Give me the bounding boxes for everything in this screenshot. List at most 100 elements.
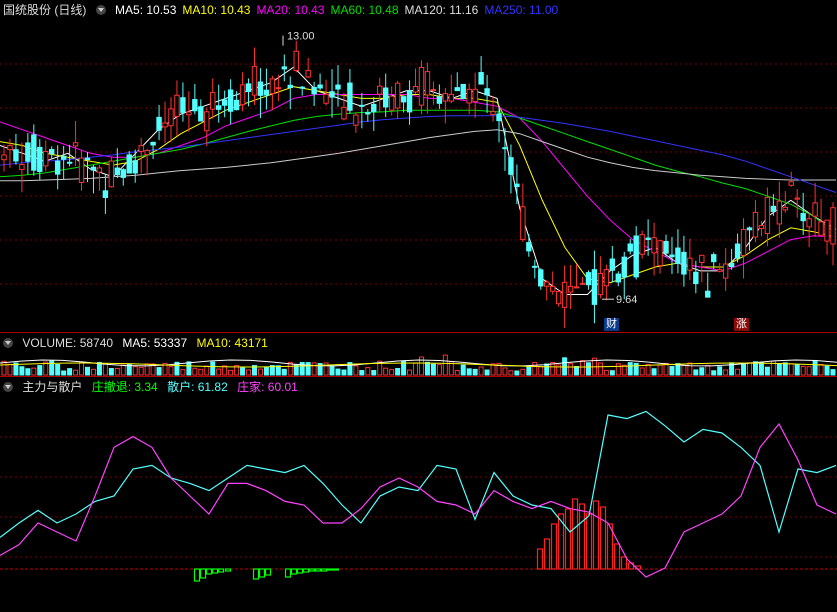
volume-bar <box>383 367 389 376</box>
volume-bar <box>627 362 633 376</box>
candle-body <box>335 84 341 90</box>
candle-body <box>544 281 550 287</box>
candle-body <box>514 183 520 188</box>
volume-bar <box>365 367 371 376</box>
ma-legend-item: MA20: 10.43 <box>256 3 325 17</box>
candle-body <box>740 228 747 256</box>
candle-body <box>663 240 669 254</box>
candle-body <box>132 160 138 174</box>
candle-body <box>377 85 383 95</box>
ma-legend-item: MA250: 11.00 <box>484 3 559 17</box>
volume-bar <box>96 362 102 376</box>
volume-bar <box>669 365 675 376</box>
candle-body <box>758 225 765 230</box>
volume-bar <box>257 368 263 376</box>
candle-body <box>830 207 836 245</box>
volume-bar <box>538 366 544 376</box>
retreat-bar <box>193 568 201 582</box>
stock-title: 国统股份 (日线) <box>3 3 87 17</box>
volume-bar <box>198 368 204 376</box>
dealer-bar <box>599 506 607 570</box>
candle-body <box>705 290 711 298</box>
candle-body <box>818 221 824 236</box>
retreat-bar <box>224 568 232 572</box>
volume-bar <box>341 369 347 376</box>
candle-body <box>615 273 621 283</box>
volume-bar <box>747 362 753 376</box>
candle-body <box>776 200 783 225</box>
candle-body <box>478 72 484 85</box>
ma-legend: MA5: 10.53 MA10: 10.43 MA20: 10.43 MA60: 10… <box>115 3 564 17</box>
candle-body <box>645 237 651 240</box>
volume-bar <box>395 367 401 376</box>
high-label: 13.00 <box>287 31 315 43</box>
volume-bar <box>7 363 13 376</box>
indicator-retreat: 庄撤退: 3.34 <box>91 380 158 394</box>
price-panel[interactable]: 国统股份 (日线) MA5: 10.53 MA10: 10.43 MA20: 10.… <box>0 0 837 333</box>
candle-body <box>371 103 377 113</box>
dropdown-icon[interactable] <box>95 5 106 15</box>
candle-body <box>37 146 43 172</box>
candle-body <box>174 94 180 117</box>
candle-body <box>573 286 580 289</box>
candle-body <box>108 160 115 188</box>
candle-body <box>526 242 532 252</box>
candle-body <box>585 272 592 286</box>
candle-body <box>722 263 729 279</box>
candle-body <box>561 281 568 308</box>
retreat-bar <box>205 568 213 575</box>
volume-bar <box>335 368 341 376</box>
indicator-panel[interactable]: 主力与散户 庄撤退: 3.34 散户: 61.82 庄家: 60.01 <box>0 377 837 612</box>
candle-body <box>770 205 777 212</box>
volume-panel[interactable]: VOLUME: 58740 MA5: 53337 MA10: 43171 <box>0 333 837 377</box>
dropdown-icon[interactable] <box>3 338 13 348</box>
volume-bar <box>329 366 335 376</box>
candle-body <box>812 202 818 217</box>
candle-body <box>400 96 407 103</box>
candle-body <box>180 97 186 113</box>
candle-body <box>430 89 437 92</box>
volume-bar <box>681 365 687 376</box>
volume-bar <box>699 367 705 376</box>
candle-body <box>538 269 544 287</box>
candle-body <box>567 285 574 293</box>
dropdown-icon[interactable] <box>3 382 13 392</box>
indicator-dealer: 庄家: 60.01 <box>237 380 298 394</box>
candle-body <box>627 243 633 252</box>
volume-bar <box>424 361 430 376</box>
ma-line-ma10 <box>0 86 837 284</box>
candle-body <box>78 157 85 183</box>
candle-body <box>716 269 723 272</box>
volume-bar <box>806 366 812 376</box>
candle-body <box>227 89 234 112</box>
candle-body <box>31 134 37 171</box>
candle-body <box>412 86 419 93</box>
volume-bar <box>61 370 67 376</box>
volume-bar <box>484 369 490 376</box>
volume-bar <box>156 367 162 376</box>
retreat-bar <box>264 568 272 576</box>
volume-bar <box>788 363 794 376</box>
candle-body <box>520 206 526 240</box>
volume-bar <box>568 363 574 376</box>
retreat-bar <box>258 568 266 578</box>
volume-bar <box>472 368 478 376</box>
candle-body <box>341 106 347 120</box>
volume-bar <box>114 367 120 376</box>
volume-ma10: MA10: 43171 <box>196 336 268 350</box>
dealer-bar <box>592 500 600 570</box>
retreat-bar <box>217 568 225 573</box>
volume-bar <box>192 367 198 376</box>
candle-body <box>186 111 192 116</box>
retreat-bar <box>252 568 260 580</box>
ma-line-ma20 <box>0 94 837 272</box>
candle-body <box>66 161 73 164</box>
retreat-bar <box>290 568 298 575</box>
candle-body <box>317 84 323 89</box>
marker-tag-zhang[interactable]: 涨 <box>734 318 749 331</box>
volume-bar <box>31 367 37 376</box>
low-marker-tag-cai[interactable]: 财 <box>604 318 619 331</box>
volume-bar <box>812 360 818 376</box>
candle-body <box>60 155 67 160</box>
candle-body <box>436 96 443 104</box>
